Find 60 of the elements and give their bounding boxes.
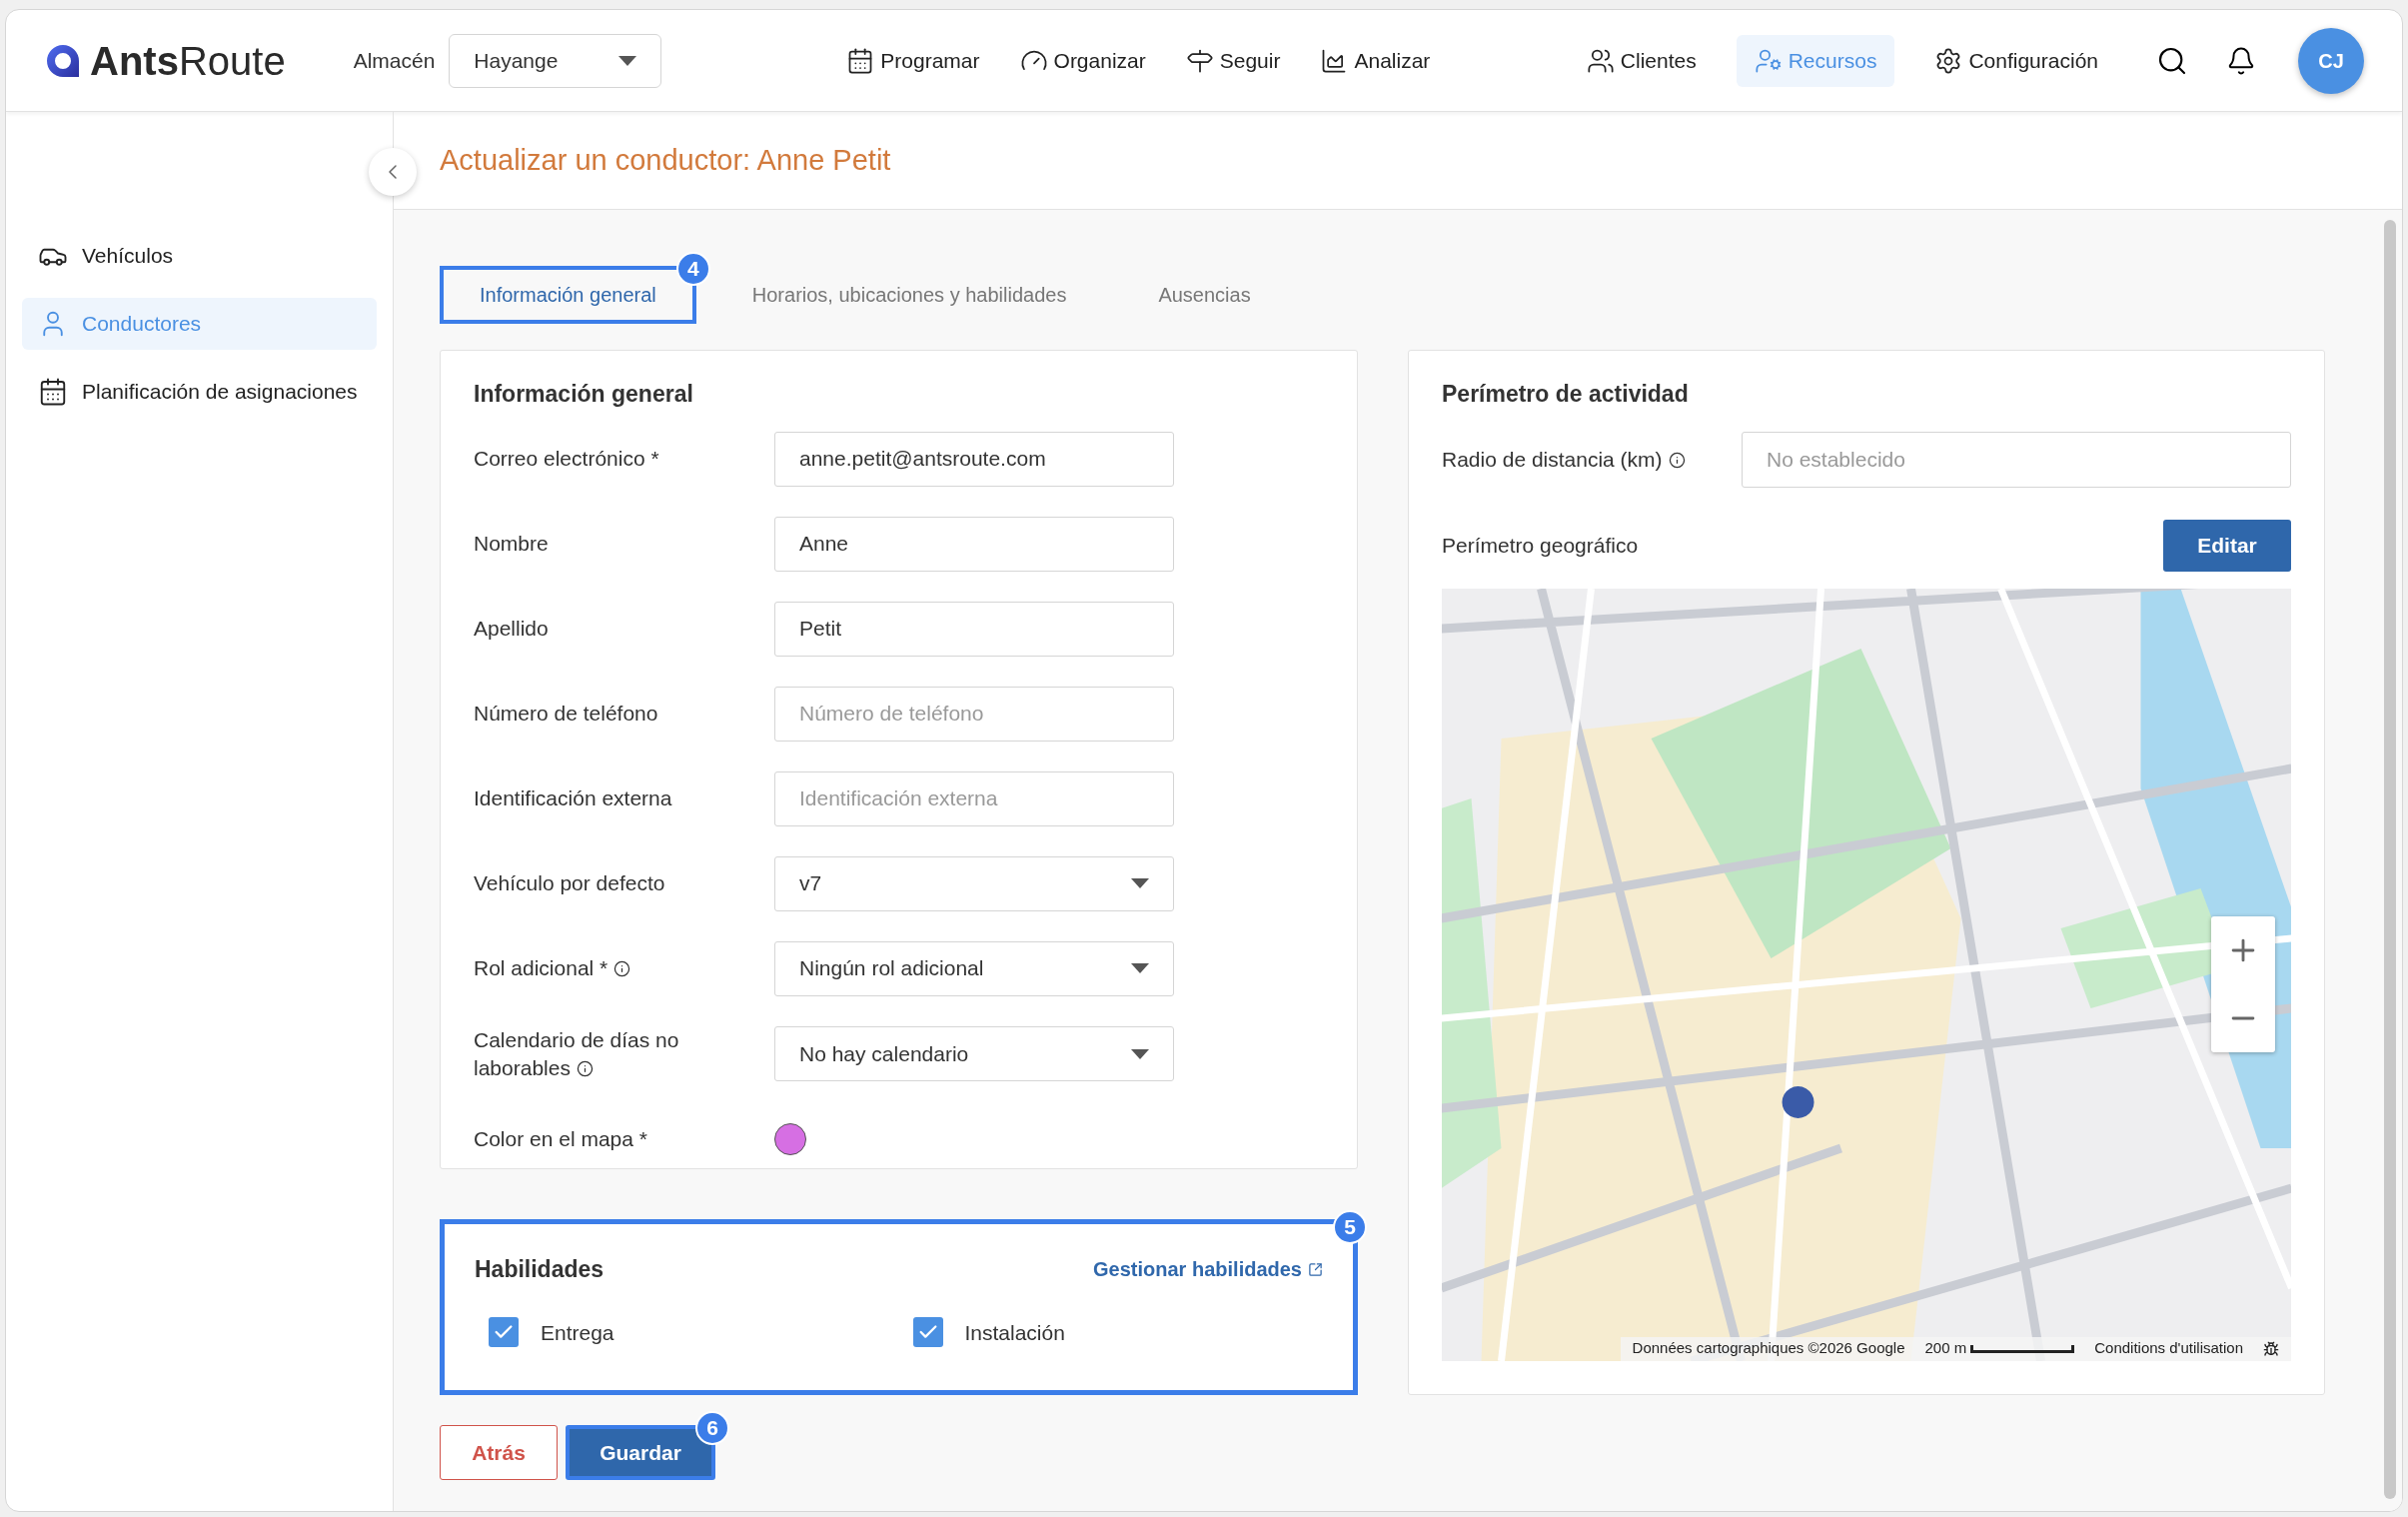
back-button[interactable]: Atrás	[440, 1425, 558, 1480]
logo-text: AntsRoute	[90, 40, 286, 81]
checkbox[interactable]	[912, 1317, 943, 1348]
field-label: Color en el mapa *	[474, 1126, 648, 1152]
text-field[interactable]: Anne	[774, 516, 1174, 572]
field-label: Calendario de días no laborables	[474, 1026, 680, 1081]
card-title: Información general	[474, 380, 694, 409]
text-field[interactable]: Petit	[774, 601, 1174, 657]
field-label: Nombre	[474, 531, 550, 557]
edit-button[interactable]: Editar	[2163, 519, 2291, 572]
nav-link[interactable]: Configuración	[1916, 34, 2116, 87]
bell-icon[interactable]	[2226, 45, 2256, 76]
checkbox-label: Entrega	[541, 1319, 614, 1346]
warehouse-select[interactable]: Hayange	[449, 33, 662, 88]
tab[interactable]: Ausencias	[1122, 266, 1287, 324]
bug-icon[interactable]	[2263, 1340, 2279, 1357]
select-field[interactable]: v7	[774, 855, 1174, 911]
manage-skills-link[interactable]: Gestionar habilidades	[1093, 1254, 1323, 1285]
nav-link[interactable]: Seguir	[1185, 44, 1281, 77]
field-label: Identificación externa	[474, 785, 673, 811]
checkbox-label: Instalación	[964, 1319, 1065, 1346]
step-badge: 5	[1333, 1210, 1367, 1244]
field-label: Rol adicional *	[474, 954, 774, 982]
caret-icon	[1131, 963, 1149, 973]
nav-link[interactable]: Clientes	[1568, 34, 1715, 87]
card-title: Perímetro de actividad	[1442, 380, 1690, 409]
text-field[interactable]: No establecido	[1742, 431, 2291, 488]
nav-link[interactable]: Analizar	[1320, 44, 1431, 77]
text-field[interactable]: Número de teléfono	[774, 686, 1174, 742]
map-attribution: Données cartographiques ©2026 Google	[1632, 1338, 1905, 1359]
sidebar-item[interactable]: Vehículos	[22, 230, 377, 282]
field-label: Vehículo por defecto	[474, 870, 666, 896]
tab[interactable]: Horarios, ubicaciones y habilidades	[715, 266, 1103, 324]
card-title: Habilidades	[475, 1255, 604, 1284]
scrollbar[interactable]	[2384, 220, 2396, 1499]
scale-label: 200 m	[1924, 1338, 1967, 1359]
field-label: Perímetro geográfico	[1442, 532, 1639, 559]
select-field[interactable]: No hay calendario	[774, 1026, 1174, 1081]
caret-icon	[618, 55, 637, 66]
select-field[interactable]: Ningún rol adicional	[774, 940, 1174, 996]
caret-icon	[1131, 1048, 1149, 1059]
field-label: Correo electrónico *	[474, 446, 660, 472]
nav-link[interactable]: Programar	[846, 44, 980, 77]
field-label: Apellido	[474, 616, 550, 642]
terms-link[interactable]: Conditions d'utilisation	[2094, 1337, 2243, 1360]
warehouse-label: Almacén	[353, 47, 436, 74]
step-badge: 4	[675, 252, 710, 286]
field-label: Radio de distancia (km)	[1442, 443, 1742, 476]
caret-icon	[1131, 878, 1149, 888]
external-link-icon	[1308, 1261, 1323, 1277]
step-badge: 6	[695, 1411, 729, 1445]
field-label: Número de teléfono	[474, 701, 659, 727]
text-field[interactable]: anne.petit@antsroute.com	[774, 431, 1174, 487]
color-swatch[interactable]	[774, 1123, 806, 1155]
checkbox[interactable]	[489, 1317, 519, 1348]
calendar-icon	[38, 377, 68, 407]
sidebar-item[interactable]: Planificación de asignaciones	[22, 366, 377, 418]
text-field[interactable]: Identificación externa	[774, 770, 1174, 826]
page-title: Actualizar un conductor: Anne Petit	[440, 142, 891, 178]
nav-link[interactable]: Organizar	[1019, 44, 1146, 77]
